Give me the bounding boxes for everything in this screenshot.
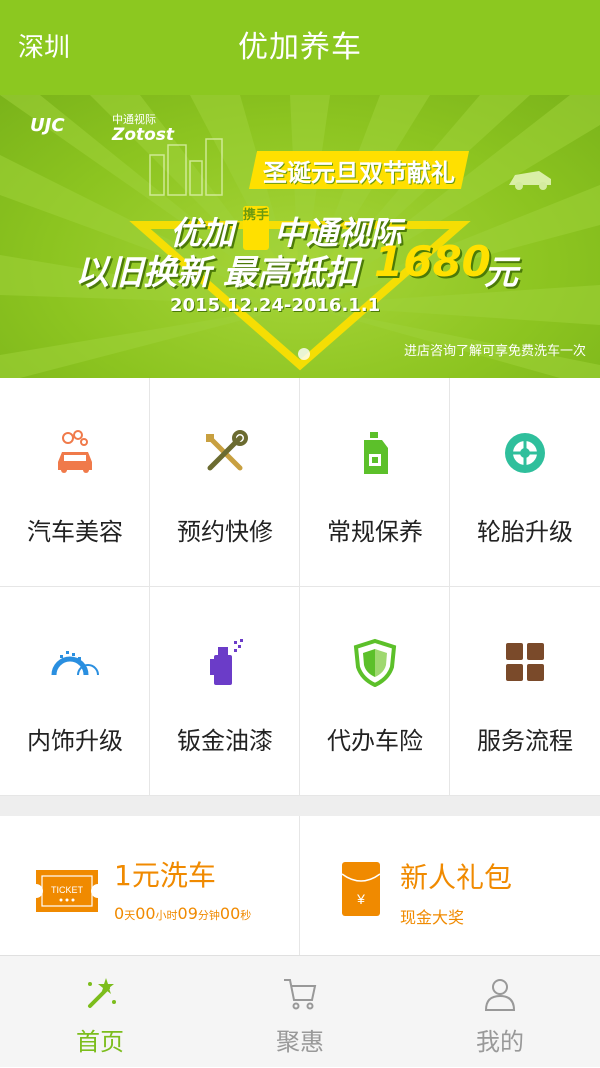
tools-icon <box>206 430 248 471</box>
promo-title: 新人礼包 <box>400 861 513 894</box>
countdown-hours: 00 <box>135 904 156 923</box>
service-quick-repair[interactable]: 预约快修 <box>150 378 300 587</box>
partner-logo-en: Zotost <box>112 125 175 145</box>
header: 深圳 优加养车 <box>0 0 600 95</box>
section-divider <box>0 796 600 816</box>
countdown-hours-unit: 小时 <box>155 909 178 922</box>
service-label: 常规保养 <box>327 518 423 546</box>
tab-home[interactable]: 首页 <box>0 956 200 1068</box>
car-icon <box>509 171 551 190</box>
service-label: 服务流程 <box>477 727 573 755</box>
countdown-days-unit: 天 <box>124 909 136 922</box>
shield-icon <box>353 638 397 687</box>
countdown: 0天00小时09分钟00秒 <box>114 904 251 923</box>
tab-label: 聚惠 <box>276 1028 324 1056</box>
grid-icon <box>506 643 544 681</box>
service-car-beauty[interactable]: 汽车美容 <box>0 378 150 587</box>
magic-wand-icon <box>88 978 116 1008</box>
countdown-seconds: 00 <box>219 904 241 923</box>
service-maintenance[interactable]: 常规保养 <box>300 378 450 587</box>
tab-label: 我的 <box>476 1028 524 1056</box>
promo-banner[interactable]: UJC 中通视际 Zotost 圣诞元旦双节献礼 优加 携手 中通视际 以旧换新… <box>0 95 600 378</box>
countdown-minutes-unit: 分钟 <box>197 909 220 922</box>
tab-label: 首页 <box>76 1028 124 1056</box>
interior-icon <box>51 651 99 676</box>
service-label: 预约快修 <box>177 518 273 546</box>
banner-ribbon-text: 圣诞元旦双节献礼 <box>263 159 455 187</box>
yuan-symbol: ¥ <box>356 891 365 907</box>
service-label: 代办车险 <box>327 727 423 755</box>
oil-bottle-icon <box>364 432 388 474</box>
promo-new-user-gift[interactable]: ¥ 新人礼包 现金大奖 <box>300 816 600 955</box>
service-label: 轮胎升级 <box>477 518 573 546</box>
bottom-tab-bar: 首页 聚惠 我的 <box>0 955 600 1067</box>
ticket-text: TICKET <box>51 885 84 895</box>
brand-logo: UJC <box>30 115 65 136</box>
countdown-seconds-unit: 秒 <box>240 909 252 922</box>
banner-line2-b: 元 <box>484 253 518 293</box>
cart-icon <box>284 979 317 1010</box>
tab-deals[interactable]: 聚惠 <box>200 956 400 1068</box>
service-sheet-metal-paint[interactable]: 钣金油漆 <box>150 587 300 796</box>
spray-paint-icon <box>210 639 243 685</box>
tire-icon <box>505 433 545 473</box>
banner-note: 进店咨询了解可享免费洗车一次 <box>403 344 586 359</box>
promo-one-yuan-wash[interactable]: TICKET 1元洗车 0天00小时09分钟00秒 <box>0 816 300 955</box>
countdown-days: 0 <box>114 904 125 923</box>
banner-line2-a: 以旧换新 最高抵扣 <box>75 253 359 293</box>
service-tire-upgrade[interactable]: 轮胎升级 <box>450 378 600 587</box>
service-insurance[interactable]: 代办车险 <box>300 587 450 796</box>
carousel-indicator[interactable] <box>298 348 310 360</box>
service-interior-upgrade[interactable]: 内饰升级 <box>0 587 150 796</box>
user-icon <box>484 979 516 1011</box>
car-wash-icon <box>58 430 92 473</box>
ticket-icon: TICKET <box>36 870 98 912</box>
promo-title: 1元洗车 <box>114 859 216 892</box>
service-label: 内饰升级 <box>27 727 123 755</box>
service-label: 汽车美容 <box>27 518 123 546</box>
page-title: 优加养车 <box>238 30 362 65</box>
service-grid: 汽车美容 预约快修 常规保养 轮胎升级 内饰升级 钣金油漆 代办车险 服务流程 <box>0 378 600 796</box>
service-label: 钣金油漆 <box>177 727 273 755</box>
service-process[interactable]: 服务流程 <box>450 587 600 796</box>
banner-hand-badge: 携手 <box>243 206 269 250</box>
promo-subtitle: 现金大奖 <box>400 908 465 927</box>
tab-mine[interactable]: 我的 <box>400 956 600 1068</box>
countdown-minutes: 09 <box>177 904 198 923</box>
banner-amount: 1680 <box>374 237 491 286</box>
red-envelope-icon: ¥ <box>341 862 381 916</box>
banner-date: 2015.12.24-2016.1.1 <box>170 295 381 316</box>
